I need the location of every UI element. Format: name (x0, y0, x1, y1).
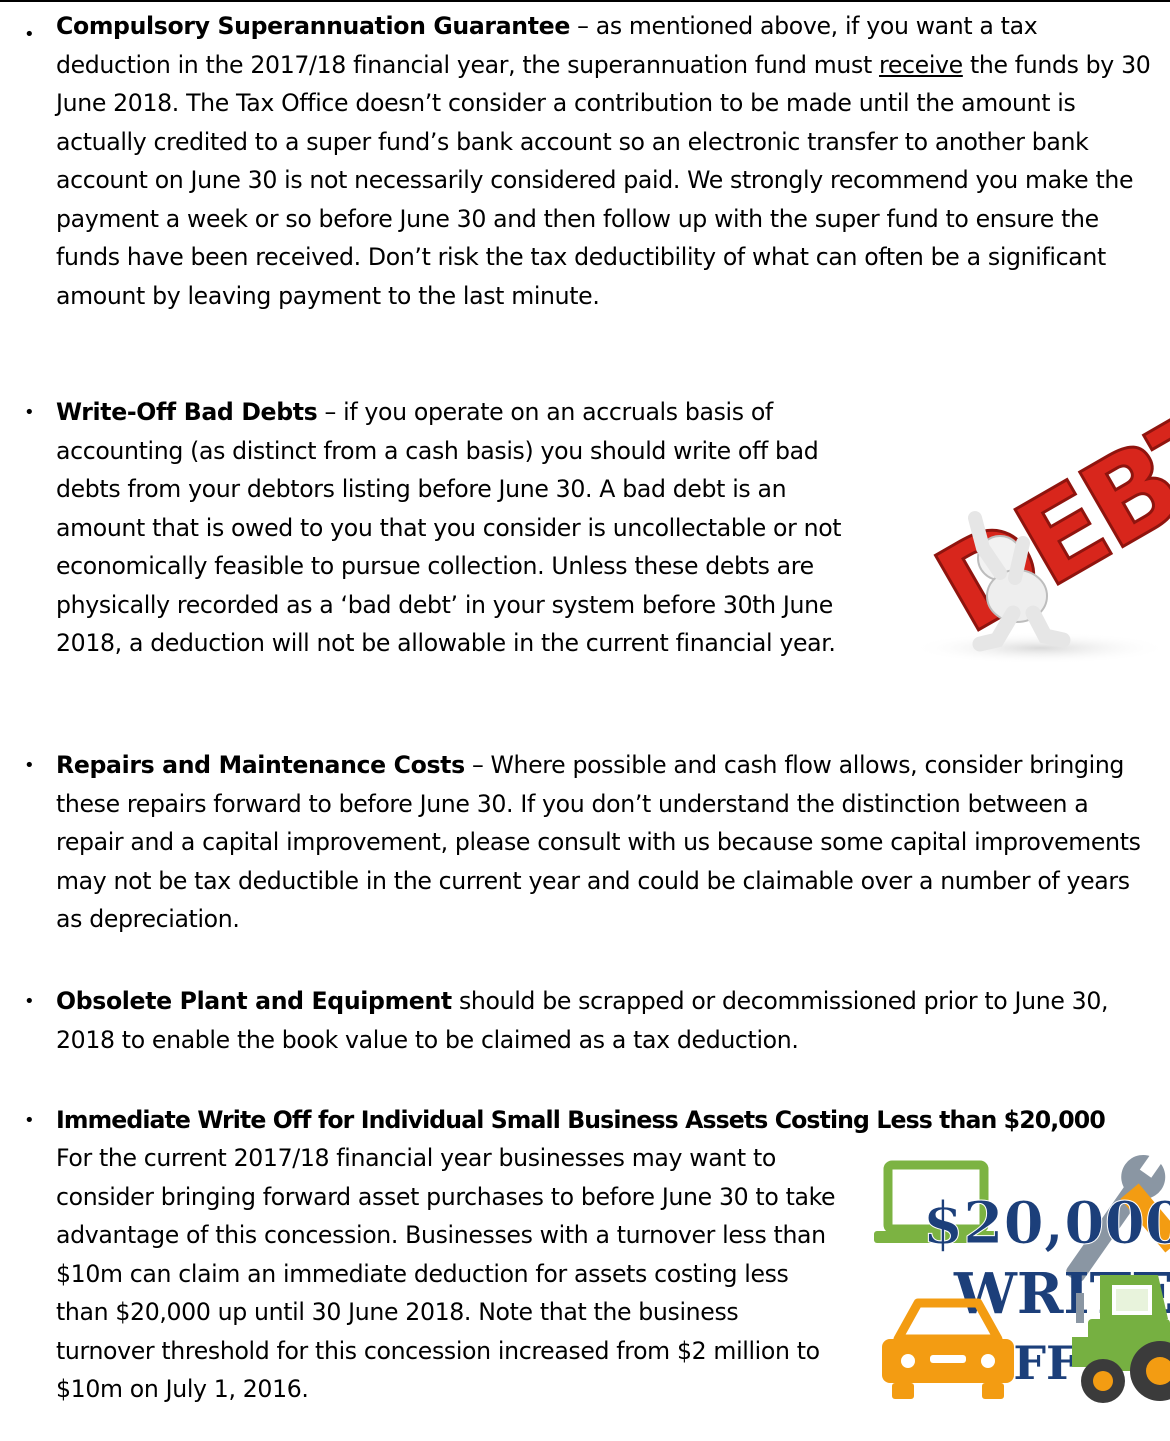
write-off-amount: $20,000 (923, 1189, 1170, 1257)
superannuation-paragraph: Compulsory Superannuation Guarantee – as… (56, 7, 1156, 315)
superannuation-heading: Compulsory Superannuation Guarantee (56, 12, 570, 40)
bullet-glyph: • (24, 402, 35, 423)
write-off-illustration: $20,000 WRITE OFF (874, 1151, 1170, 1403)
repairs-heading: Repairs and Maintenance Costs (56, 751, 465, 779)
obsolete-plant-paragraph: Obsolete Plant and Equipment should be s… (56, 982, 1166, 1059)
bullet-glyph: • (24, 991, 35, 1012)
immediate-write-off-heading-line: Immediate Write Off for Individual Small… (56, 1101, 1170, 1140)
immediate-write-off-text: For the current 2017/18 financial year b… (56, 1144, 836, 1403)
bad-debts-paragraph: Write-Off Bad Debts – if you operate on … (56, 393, 856, 663)
obsolete-plant-heading: Obsolete Plant and Equipment (56, 987, 452, 1015)
top-rule (0, 0, 1170, 2)
bad-debts-heading: Write-Off Bad Debts (56, 398, 318, 426)
receive-underlined-word: receive (879, 50, 963, 79)
bullet-glyph: • (24, 1110, 35, 1131)
bad-debts-text: – if you operate on an accruals basis of… (56, 398, 842, 657)
repairs-paragraph: Repairs and Maintenance Costs – Where po… (56, 746, 1156, 939)
bullet-glyph: • (24, 755, 35, 776)
debt-illustration: DEBT (910, 408, 1170, 662)
immediate-write-off-paragraph: For the current 2017/18 financial year b… (56, 1139, 836, 1409)
immediate-write-off-heading: Immediate Write Off for Individual Small… (56, 1106, 1106, 1134)
bullet-glyph: • (24, 24, 35, 45)
superannuation-text: the funds by 30 June 2018. The Tax Offic… (56, 50, 1151, 310)
